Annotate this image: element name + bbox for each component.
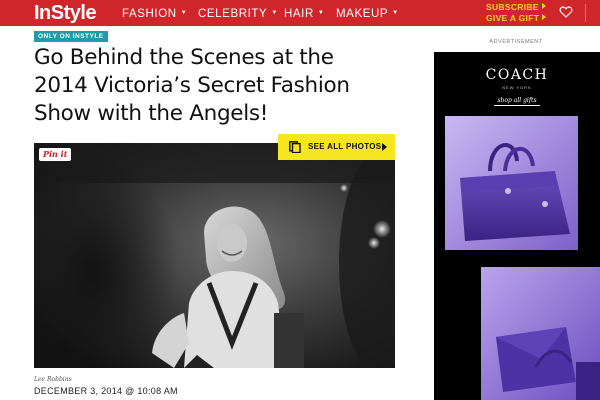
- hero-photo[interactable]: Pin it: [34, 143, 395, 368]
- arrow-right-icon: [542, 13, 547, 20]
- photos-icon: [289, 141, 301, 153]
- article-headline: Go Behind the Scenes at the 2014 Victori…: [34, 44, 394, 128]
- nav-item-hair[interactable]: HAIR ▼: [284, 6, 324, 21]
- nav-item-label: FASHION: [122, 8, 177, 20]
- photo-credit: Lee Robbins: [34, 376, 72, 383]
- nav-item-label: CELEBRITY: [198, 8, 268, 20]
- nav-divider: [585, 4, 586, 22]
- arrow-right-icon: [382, 143, 387, 151]
- shop-all-gifts-link[interactable]: shop all gifts: [494, 97, 540, 106]
- purple-clutch-image: [481, 267, 600, 400]
- nav-item-fashion[interactable]: FASHION ▼: [122, 6, 187, 21]
- headline-line: Show with the Angels!: [34, 101, 269, 126]
- coach-advertisement[interactable]: COACH NEW YORK shop all gifts: [434, 52, 600, 400]
- give-gift-link[interactable]: GIVE A GIFT: [486, 12, 547, 24]
- coach-logo: COACH: [485, 67, 549, 83]
- instyle-logo[interactable]: InStyle: [34, 1, 97, 25]
- give-gift-label: GIVE A GIFT: [486, 12, 540, 23]
- chevron-down-icon: ▼: [271, 10, 278, 16]
- arrow-right-icon: [541, 3, 546, 9]
- chevron-down-icon: ▼: [392, 10, 399, 16]
- advertisement-label: ADVERTISEMENT: [489, 39, 543, 45]
- purple-handbag-image: [445, 116, 578, 250]
- only-on-instyle-tag[interactable]: ONLY ON INSTYLE: [34, 31, 108, 42]
- see-all-photos-label: SEE ALL PHOTOS: [308, 142, 382, 151]
- nav-item-label: HAIR: [284, 8, 314, 20]
- chevron-down-icon: ▼: [317, 10, 325, 16]
- article-date: DECEMBER 3, 2014 @ 10:08 AM: [34, 386, 178, 396]
- backstage-photo-image: [34, 143, 395, 368]
- headline-line: 2014 Victoria’s Secret Fashion: [34, 73, 350, 98]
- see-all-photos-button[interactable]: SEE ALL PHOTOS: [278, 134, 395, 160]
- subscribe-link[interactable]: SUBSCRIBE: [486, 2, 546, 13]
- heart-icon[interactable]: [559, 5, 573, 19]
- pin-it-button[interactable]: Pin it: [39, 148, 72, 161]
- subscribe-label: SUBSCRIBE: [486, 2, 539, 12]
- chevron-down-icon: ▼: [180, 10, 188, 16]
- nav-item-celebrity[interactable]: CELEBRITY ▼: [198, 6, 278, 21]
- subscribe-links: SUBSCRIBE GIVE A GIFT: [486, 2, 547, 24]
- nav-item-label: MAKEUP: [336, 8, 389, 20]
- nav-item-makeup[interactable]: MAKEUP ▼: [336, 6, 399, 21]
- coach-logo-subtitle: NEW YORK: [502, 85, 532, 90]
- top-nav-bar: InStyle FASHION ▼ CELEBRITY ▼ HAIR ▼ MAKEUP…: [0, 0, 600, 26]
- headline-line: Go Behind the Scenes at the: [34, 45, 334, 70]
